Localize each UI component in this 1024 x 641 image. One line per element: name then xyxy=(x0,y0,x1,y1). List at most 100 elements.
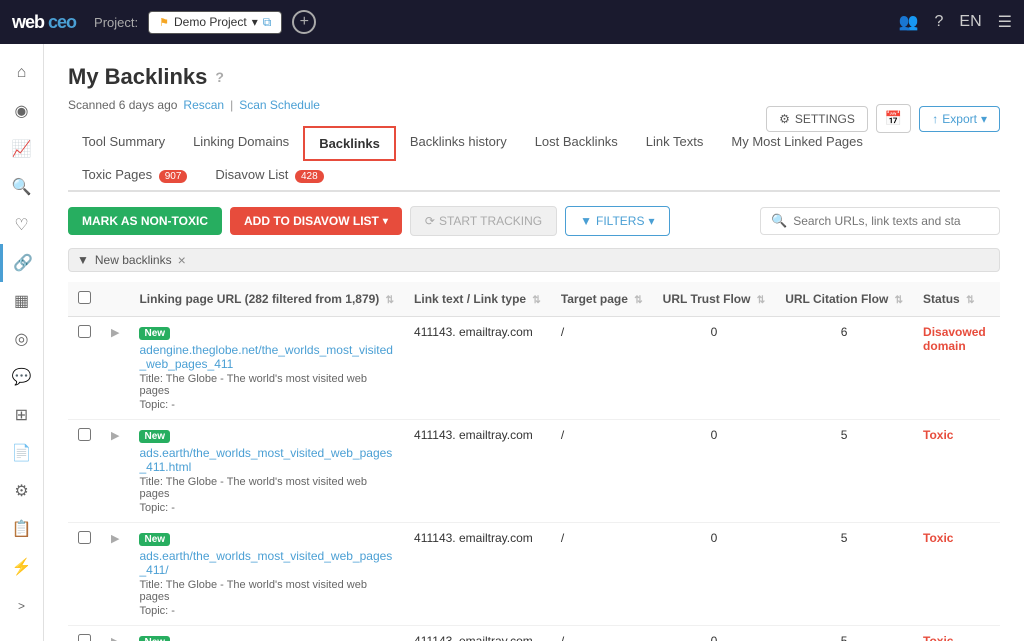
page-title-area: My Backlinks ? xyxy=(68,64,1000,90)
url-topic: Topic: - xyxy=(139,399,394,411)
row-checkbox[interactable] xyxy=(78,531,91,544)
sidebar-item-analytics[interactable]: ◉ xyxy=(0,92,44,130)
logo: web ceo xyxy=(12,12,76,33)
sidebar-item-doc2[interactable]: 📋 xyxy=(0,510,44,548)
sidebar-item-backlinks[interactable]: 🔗 xyxy=(0,244,44,282)
row-expand-cell: ▶ xyxy=(101,523,129,626)
top-actions: ⚙ SETTINGS 📅 ↑ Export ▾ xyxy=(766,104,1000,133)
project-selector[interactable]: ⚑ Demo Project ▾ ⧉ xyxy=(148,11,282,34)
add-disavow-button[interactable]: ADD TO DISAVOW LIST ▾ xyxy=(230,207,402,235)
export-button[interactable]: ↑ Export ▾ xyxy=(919,106,1000,132)
header-expand-col xyxy=(101,282,129,317)
row-checkbox[interactable] xyxy=(78,428,91,441)
table-row: ▶ New adengine.theglobe.net/the_worlds_m… xyxy=(68,317,1000,420)
row-url-cell: New ads.earth/the_worlds_most_visited_we… xyxy=(129,523,404,626)
search-input[interactable] xyxy=(793,214,989,228)
header-linking-url: Linking page URL (282 filtered from 1,87… xyxy=(129,282,404,317)
url-link[interactable]: ads.earth/the_worlds_most_visited_web_pa… xyxy=(139,446,392,474)
table-row: ▶ New ads.earth/the_worlds_most_visited_… xyxy=(68,420,1000,523)
row-checkbox[interactable] xyxy=(78,325,91,338)
row-checkbox-cell xyxy=(68,626,101,641)
url-topic: Topic: - xyxy=(139,605,394,617)
sort-icon[interactable]: ⇅ xyxy=(634,295,642,306)
new-tag: New xyxy=(139,533,170,546)
table-row: ▶ New ads.earth/the_worlds_most_visited.… xyxy=(68,626,1000,641)
dropdown-arrow-icon: ▾ xyxy=(383,216,388,227)
sidebar-item-chat[interactable]: 💬 xyxy=(0,358,44,396)
filters-button[interactable]: ▼ FILTERS ▾ xyxy=(565,206,669,236)
sidebar-item-grid[interactable]: ⊞ xyxy=(0,396,44,434)
help-icon[interactable]: ? xyxy=(935,13,944,31)
tab-tool-summary[interactable]: Tool Summary xyxy=(68,126,179,161)
sidebar-item-bar[interactable]: ▦ xyxy=(0,282,44,320)
calendar-icon: 📅 xyxy=(885,110,902,126)
table-wrap: Linking page URL (282 filtered from 1,87… xyxy=(68,282,1000,641)
users-icon[interactable]: 👥 xyxy=(899,12,919,32)
sidebar-item-chart[interactable]: 📈 xyxy=(0,130,44,168)
row-trust-flow: 0 xyxy=(653,420,776,523)
url-link[interactable]: adengine.theglobe.net/the_worlds_most_vi… xyxy=(139,343,393,371)
sidebar-item-favorites[interactable]: ♡ xyxy=(0,206,44,244)
tab-backlinks-history[interactable]: Backlinks history xyxy=(396,126,521,161)
row-target-page: / xyxy=(551,317,653,420)
language-selector[interactable]: EN xyxy=(959,13,981,31)
row-citation-flow: 5 xyxy=(775,523,913,626)
sidebar-item-search[interactable]: 🔍 xyxy=(0,168,44,206)
settings-button[interactable]: ⚙ SETTINGS xyxy=(766,106,868,132)
tab-backlinks[interactable]: Backlinks xyxy=(303,126,396,161)
sidebar-item-settings[interactable]: ⚙ xyxy=(0,472,44,510)
row-status: Disavowed domain xyxy=(913,317,996,420)
tab-link-texts[interactable]: Link Texts xyxy=(632,126,718,161)
export-icon: ↑ xyxy=(932,112,938,126)
track-icon: ⟳ xyxy=(425,214,435,228)
sort-icon[interactable]: ⇅ xyxy=(757,295,765,306)
external-link-icon: ⧉ xyxy=(263,15,272,30)
sidebar-item-doc[interactable]: 📄 xyxy=(0,434,44,472)
page-help-icon[interactable]: ? xyxy=(215,69,224,85)
search-box[interactable]: 🔍 xyxy=(760,207,1000,235)
row-expand-cell: ▶ xyxy=(101,317,129,420)
demo-icon: ⚑ xyxy=(159,16,169,29)
row-trust-flow: 0 xyxy=(653,317,776,420)
sidebar-expand-button[interactable]: > xyxy=(0,591,44,621)
expand-arrow-icon[interactable]: ▶ xyxy=(111,327,119,339)
row-actions-cell: ACTIONS ▾ xyxy=(996,626,1000,641)
expand-arrow-icon[interactable]: ▶ xyxy=(111,430,119,442)
url-title: Title: The Globe - The world's most visi… xyxy=(139,476,394,500)
add-project-button[interactable]: + xyxy=(292,10,316,34)
tab-linking-domains[interactable]: Linking Domains xyxy=(179,126,303,161)
mark-nontoxic-button[interactable]: MARK AS NON-TOXIC xyxy=(68,207,222,235)
sort-icon[interactable]: ⇅ xyxy=(532,295,540,306)
row-target-page: / xyxy=(551,420,653,523)
select-all-checkbox[interactable] xyxy=(78,291,91,304)
tab-disavow-list[interactable]: Disavow List 428 xyxy=(201,159,337,192)
tab-toxic-pages[interactable]: Toxic Pages 907 xyxy=(68,159,201,192)
sort-icon[interactable]: ⇅ xyxy=(386,295,394,306)
row-checkbox[interactable] xyxy=(78,634,91,641)
row-expand-cell: ▶ xyxy=(101,420,129,523)
sort-icon[interactable]: ⇅ xyxy=(895,295,903,306)
header-checkbox-col xyxy=(68,282,101,317)
calendar-button[interactable]: 📅 xyxy=(876,104,911,133)
expand-arrow-icon[interactable]: ▶ xyxy=(111,533,119,545)
row-url-cell: New ads.earth/the_worlds_most_visited_we… xyxy=(129,420,404,523)
sidebar-item-lightning[interactable]: ⚡ xyxy=(0,548,44,586)
scan-schedule-link[interactable]: Scan Schedule xyxy=(239,98,320,112)
row-link-text: 411143. emailtray.com xyxy=(404,317,551,420)
filter-close-button[interactable]: × xyxy=(178,252,186,268)
filter-icon2: ▼ xyxy=(77,253,89,267)
row-link-text: 411143. emailtray.com xyxy=(404,626,551,641)
sidebar-item-location[interactable]: ◎ xyxy=(0,320,44,358)
sort-icon[interactable]: ⇅ xyxy=(966,295,974,306)
table-body: ▶ New adengine.theglobe.net/the_worlds_m… xyxy=(68,317,1000,641)
backlinks-table: Linking page URL (282 filtered from 1,87… xyxy=(68,282,1000,641)
tab-lost-backlinks[interactable]: Lost Backlinks xyxy=(521,126,632,161)
filter-icon: ▼ xyxy=(580,214,592,228)
expand-arrow-icon[interactable]: ▶ xyxy=(111,636,119,641)
sidebar-item-home[interactable]: ⌂ xyxy=(0,54,44,92)
row-citation-flow: 5 xyxy=(775,626,913,641)
menu-icon[interactable]: ☰ xyxy=(998,12,1012,32)
rescan-link[interactable]: Rescan xyxy=(183,98,224,112)
row-url-cell: New adengine.theglobe.net/the_worlds_mos… xyxy=(129,317,404,420)
url-link[interactable]: ads.earth/the_worlds_most_visited_web_pa… xyxy=(139,549,392,577)
